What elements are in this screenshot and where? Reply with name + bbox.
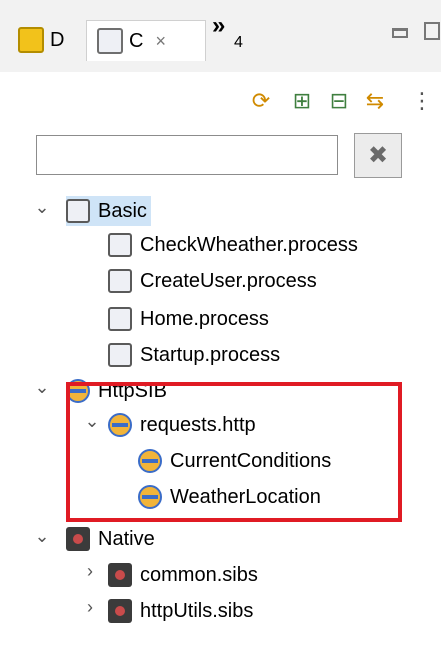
tree-node-home[interactable]: Home.process	[108, 304, 269, 334]
minimize-button[interactable]	[392, 28, 408, 38]
tree-node-label: CreateUser.process	[140, 269, 317, 292]
expand-twisty-icon[interactable]: ⌄	[34, 377, 50, 398]
tree-node-label: Native	[98, 527, 155, 550]
tree-node-label: CheckWheather.process	[140, 233, 358, 256]
refresh-icon[interactable]: ⟳	[246, 86, 276, 116]
native-icon	[108, 563, 132, 587]
clear-filter-button[interactable]: ✖	[354, 133, 402, 178]
tree-node-label: httpUtils.sibs	[140, 599, 254, 622]
tab-d[interactable]: D	[8, 20, 80, 60]
expand-twisty-icon[interactable]: ⌄	[34, 526, 50, 547]
process-icon	[108, 307, 132, 331]
collapsed-twisty-icon[interactable]: ›	[82, 597, 98, 618]
tree-node-label: Basic	[98, 199, 147, 222]
tree-node-label: Home.process	[140, 307, 269, 330]
expand-twisty-icon[interactable]: ⌄	[34, 197, 50, 218]
tree-node-native[interactable]: Native	[66, 524, 155, 554]
expand-all-icon[interactable]: ⊞	[287, 86, 317, 116]
tree-node-label: common.sibs	[140, 563, 258, 586]
tab-c[interactable]: C ×	[86, 20, 206, 61]
tree-node-label: Startup.process	[140, 343, 281, 366]
filter-input[interactable]	[36, 135, 338, 175]
native-icon	[108, 599, 132, 623]
overflow-chevron-icon[interactable]: »	[212, 12, 225, 40]
native-icon	[66, 527, 90, 551]
link-with-editor-icon[interactable]: ⇆	[360, 86, 390, 116]
clear-icon: ✖	[367, 142, 389, 169]
process-icon	[108, 233, 132, 257]
tab-d-label: D	[50, 28, 65, 51]
overflow-count: 4	[234, 34, 243, 51]
view-menu-icon[interactable]: ⋮	[410, 86, 434, 116]
process-icon	[108, 269, 132, 293]
tree-node-checkwheather[interactable]: CheckWheather.process	[108, 230, 358, 260]
tree-node-createuser[interactable]: CreateUser.process	[108, 266, 317, 296]
process-icon	[66, 199, 90, 223]
maximize-button[interactable]	[424, 22, 440, 40]
view-tab-bar: D C × » 4	[0, 0, 441, 72]
tree-node-common-sibs[interactable]: common.sibs	[108, 560, 258, 590]
process-icon	[108, 343, 132, 367]
close-icon[interactable]: ×	[155, 31, 166, 52]
tree-node-startup[interactable]: Startup.process	[108, 340, 280, 370]
yellow-square-icon	[18, 27, 44, 53]
red-highlight-box	[66, 382, 402, 522]
tab-c-label: C	[129, 29, 144, 52]
process-icon	[97, 28, 123, 54]
collapse-all-icon[interactable]: ⊟	[324, 86, 354, 116]
collapsed-twisty-icon[interactable]: ›	[82, 561, 98, 582]
tree-node-httputils-sibs[interactable]: httpUtils.sibs	[108, 596, 253, 626]
tree-node-basic[interactable]: Basic	[66, 196, 151, 226]
